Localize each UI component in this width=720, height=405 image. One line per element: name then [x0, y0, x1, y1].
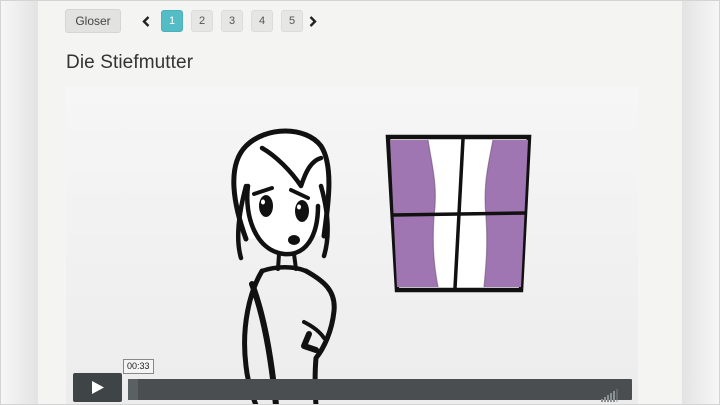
volume-bar	[607, 395, 609, 402]
current-time-tooltip: 00:33	[123, 359, 154, 374]
volume-bar	[601, 399, 603, 402]
page-button-3[interactable]: 3	[221, 10, 243, 32]
chevron-left-icon[interactable]	[139, 9, 153, 33]
left-margin	[0, 0, 38, 405]
page-button-2[interactable]: 2	[191, 10, 213, 32]
pagination: 1 2 3 4 5	[139, 9, 319, 33]
gloser-button[interactable]: Gloser	[65, 9, 121, 33]
page-button-4[interactable]: 4	[251, 10, 273, 32]
video-controls: 00:33	[66, 359, 638, 405]
page-title: Die Stiefmutter	[66, 52, 194, 73]
page-button-5[interactable]: 5	[281, 10, 303, 32]
toolbar: Gloser 1 2 3 4 5	[65, 9, 319, 33]
window-illustration	[385, 134, 532, 293]
play-button[interactable]	[73, 373, 122, 402]
play-icon	[92, 381, 104, 394]
character-illustration	[231, 128, 337, 405]
volume-bars-icon[interactable]	[601, 389, 618, 402]
progress-fill	[128, 379, 139, 400]
progress-bar[interactable]	[128, 379, 632, 402]
volume-bar	[616, 389, 618, 402]
lesson-panel: Gloser 1 2 3 4 5 Die Stiefmutter 00:33	[38, 0, 682, 405]
volume-bar	[604, 397, 606, 402]
video-frame-illustration	[231, 128, 532, 405]
volume-bar	[610, 393, 612, 402]
video-player[interactable]: 00:33	[66, 86, 638, 405]
page-button-1[interactable]: 1	[161, 10, 183, 32]
volume-bar	[613, 391, 615, 402]
chevron-right-icon[interactable]	[305, 9, 319, 33]
right-margin	[682, 0, 720, 405]
